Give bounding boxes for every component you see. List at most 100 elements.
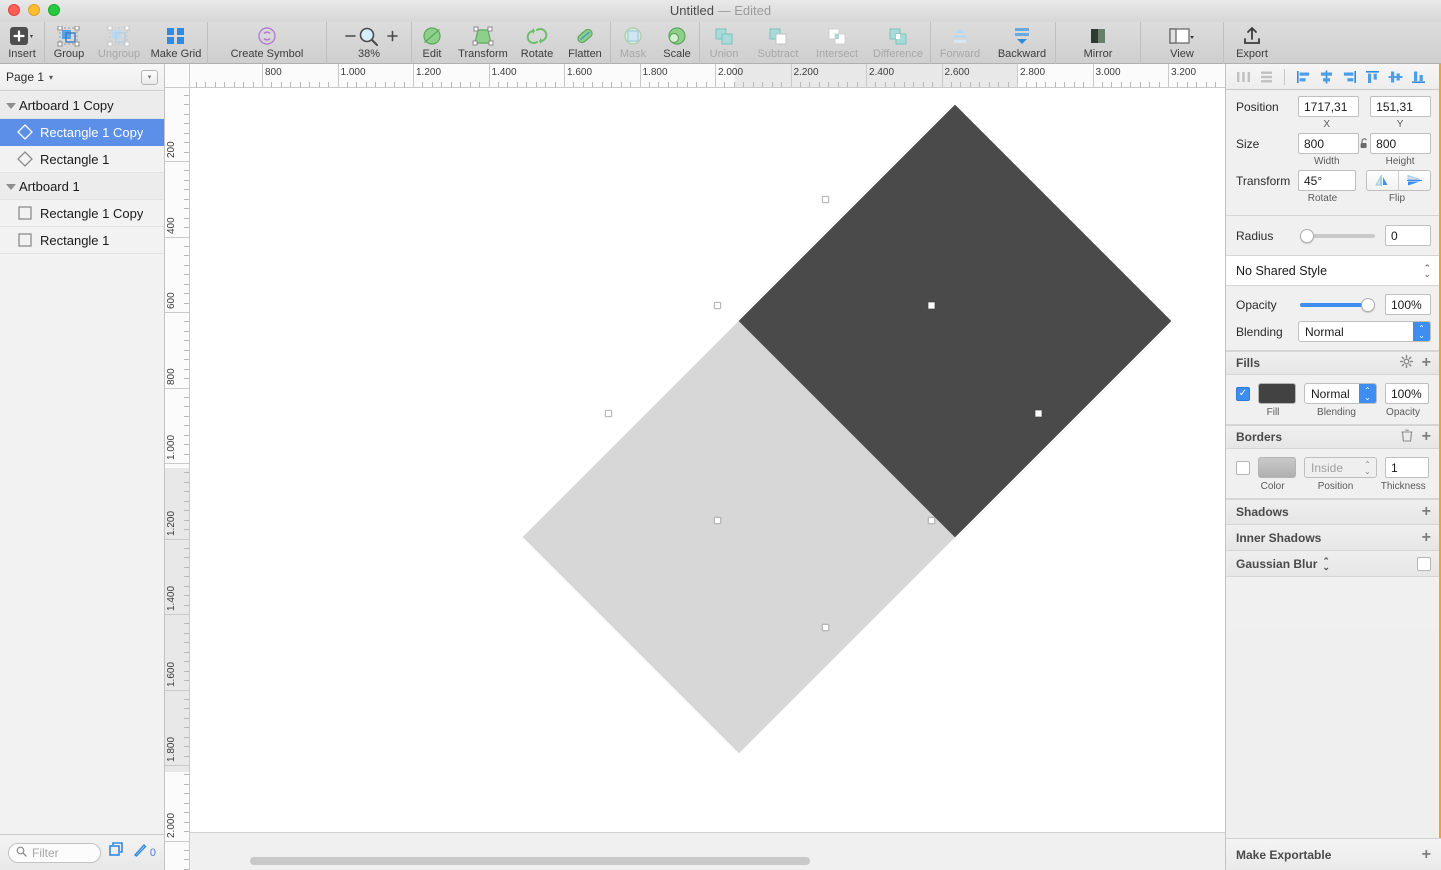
page-name[interactable]: Page 1 <box>6 70 44 84</box>
disclosure-triangle-icon[interactable] <box>6 181 17 192</box>
fill-opacity-field[interactable]: 100% <box>1385 383 1429 404</box>
blending-select[interactable]: Normal ⌃ ⌄ <box>1298 321 1431 342</box>
blending-value: Normal <box>1305 324 1344 339</box>
toolbar-zoom-control[interactable]: 38% <box>327 22 411 64</box>
page-list-icon[interactable]: ▾ <box>141 69 158 85</box>
horizontal-ruler[interactable]: 800 1.000 1.200 1.400 1.600 1.800 2.000 2.200 2.… <box>190 64 1225 88</box>
toolbar-button-union[interactable]: Union <box>700 22 748 64</box>
aspect-lock-icon[interactable] <box>1359 138 1370 149</box>
gear-icon[interactable] <box>1399 354 1413 371</box>
flip-vertical-icon[interactable] <box>1398 171 1430 190</box>
selection-handle-right[interactable] <box>1035 410 1042 417</box>
toolbar-button-backward[interactable]: Backward <box>989 22 1055 64</box>
fill-color-swatch[interactable] <box>1258 383 1296 404</box>
gaussian-blur-checkbox[interactable] <box>1417 556 1431 571</box>
position-y-field[interactable]: 151,31 <box>1370 96 1431 117</box>
size-width-field[interactable]: 800 <box>1298 133 1359 154</box>
toolbar-button-group[interactable]: Group <box>45 22 93 64</box>
selection-handle-top-left[interactable] <box>714 302 721 309</box>
distribute-horizontally-button[interactable] <box>1233 67 1253 87</box>
drawing-canvas[interactable] <box>190 88 1225 870</box>
ruler-minor-tick <box>545 82 547 87</box>
layer-list[interactable]: Artboard 1 Copy Rectangle 1 Copy Rectang… <box>0 92 164 834</box>
trash-icon[interactable] <box>1401 429 1413 445</box>
toolbar-button-rotate[interactable]: Rotate <box>514 22 560 64</box>
radius-field[interactable]: 0 <box>1385 225 1431 246</box>
horizontal-scrollbar[interactable] <box>250 857 810 865</box>
layer-row-artboard-1[interactable]: Artboard 1 <box>0 173 164 200</box>
border-position-select[interactable]: Inside ⌃ ⌄ <box>1304 457 1377 478</box>
ruler-minor-tick <box>356 82 358 87</box>
ruler-minor-tick <box>554 82 556 87</box>
radius-slider[interactable] <box>1300 228 1375 243</box>
align-vertical-center-button[interactable] <box>1385 67 1405 87</box>
layer-row-rectangle-1-copy-square[interactable]: Rectangle 1 Copy <box>0 200 164 227</box>
toolbar-button-export[interactable]: Export <box>1224 22 1280 64</box>
layer-row-rectangle-1-copy-selected[interactable]: Rectangle 1 Copy <box>0 119 164 146</box>
selection-handle-bottom[interactable] <box>822 624 829 631</box>
ruler-minor-tick <box>1149 82 1151 87</box>
duplicate-icon[interactable] <box>109 842 125 863</box>
layer-row-rectangle-1-diamond[interactable]: Rectangle 1 <box>0 146 164 173</box>
toolbar-button-insert[interactable]: Insert <box>0 22 44 64</box>
toolbar-button-ungroup[interactable]: Ungroup <box>93 22 145 64</box>
pen-tool-control[interactable]: 0 <box>133 843 156 862</box>
toolbar-button-view[interactable]: View <box>1141 22 1223 64</box>
toolbar-button-mirror[interactable]: Mirror <box>1056 22 1140 64</box>
selection-handle-bottom-left[interactable] <box>714 517 721 524</box>
ruler-minor-tick <box>582 82 584 87</box>
toolbar-button-create-symbol[interactable]: Create Symbol <box>208 22 326 64</box>
selection-handle-top[interactable] <box>822 196 829 203</box>
distribute-vertically-button[interactable] <box>1256 67 1276 87</box>
toolbar-button-subtract[interactable]: Subtract <box>748 22 808 64</box>
align-bottom-button[interactable] <box>1408 67 1428 87</box>
add-inner-shadow-button[interactable]: + <box>1422 529 1431 545</box>
border-enabled-checkbox[interactable] <box>1236 460 1250 475</box>
toolbar-button-intersect[interactable]: Intersect <box>808 22 866 64</box>
selection-handle-bottom-right[interactable] <box>928 517 935 524</box>
ruler-minor-tick <box>431 82 433 87</box>
fill-enabled-checkbox[interactable]: ✓ <box>1236 386 1250 401</box>
position-x-field[interactable]: 1717,31 <box>1298 96 1359 117</box>
toolbar-button-forward[interactable]: Forward <box>931 22 989 64</box>
ruler-minor-tick <box>184 434 189 436</box>
add-shadow-button[interactable]: + <box>1422 504 1431 520</box>
toolbar-button-make-grid[interactable]: Make Grid <box>145 22 207 64</box>
filter-input[interactable]: Filter <box>8 842 101 863</box>
toolbar-button-transform[interactable]: Transform <box>452 22 514 64</box>
disclosure-triangle-icon[interactable] <box>6 100 17 111</box>
opacity-slider[interactable] <box>1300 297 1375 312</box>
stepper-icon[interactable]: ⌃ ⌄ <box>1423 263 1431 278</box>
size-height-field[interactable]: 800 <box>1370 133 1431 154</box>
layer-row-artboard-1-copy[interactable]: Artboard 1 Copy <box>0 92 164 119</box>
ruler-minor-tick <box>184 547 189 549</box>
fill-blending-select[interactable]: Normal ⌃ ⌄ <box>1304 383 1377 404</box>
layer-row-rectangle-1-square[interactable]: Rectangle 1 <box>0 227 164 254</box>
align-right-button[interactable] <box>1339 67 1359 87</box>
toolbar-button-difference[interactable]: Difference <box>866 22 930 64</box>
shared-style-selector[interactable]: No Shared Style ⌃ ⌄ <box>1226 256 1441 286</box>
ruler-minor-tick <box>184 849 189 851</box>
add-fill-button[interactable]: + <box>1422 355 1431 371</box>
rotate-field[interactable]: 45° <box>1298 170 1356 191</box>
toolbar-button-flatten[interactable]: Flatten <box>560 22 610 64</box>
align-left-button[interactable] <box>1293 67 1313 87</box>
toolbar-button-edit[interactable]: Edit <box>412 22 452 64</box>
vertical-ruler[interactable]: 200 400 600 800 1.000 1.200 1.400 1.600 1.800 2.0… <box>165 88 190 870</box>
selection-handle-left[interactable] <box>605 410 612 417</box>
toolbar-button-scale[interactable]: Scale <box>655 22 699 64</box>
ruler-minor-tick <box>184 604 189 606</box>
opacity-field[interactable]: 100% <box>1385 294 1431 315</box>
flip-horizontal-icon[interactable] <box>1367 171 1398 190</box>
add-export-button[interactable]: + <box>1422 846 1431 862</box>
toolbar-button-mask[interactable]: Mask <box>611 22 655 64</box>
border-thickness-field[interactable]: 1 <box>1385 457 1429 478</box>
add-border-button[interactable]: + <box>1422 429 1431 445</box>
ruler-minor-tick <box>184 189 189 191</box>
blur-type-stepper-icon[interactable]: ⌃ ⌄ <box>1322 556 1330 571</box>
align-horizontal-center-button[interactable] <box>1316 67 1336 87</box>
selection-handle-top-right[interactable] <box>928 302 935 309</box>
chevron-down-icon[interactable]: ▾ <box>49 73 53 82</box>
border-color-swatch[interactable] <box>1258 457 1296 478</box>
align-top-button[interactable] <box>1362 67 1382 87</box>
